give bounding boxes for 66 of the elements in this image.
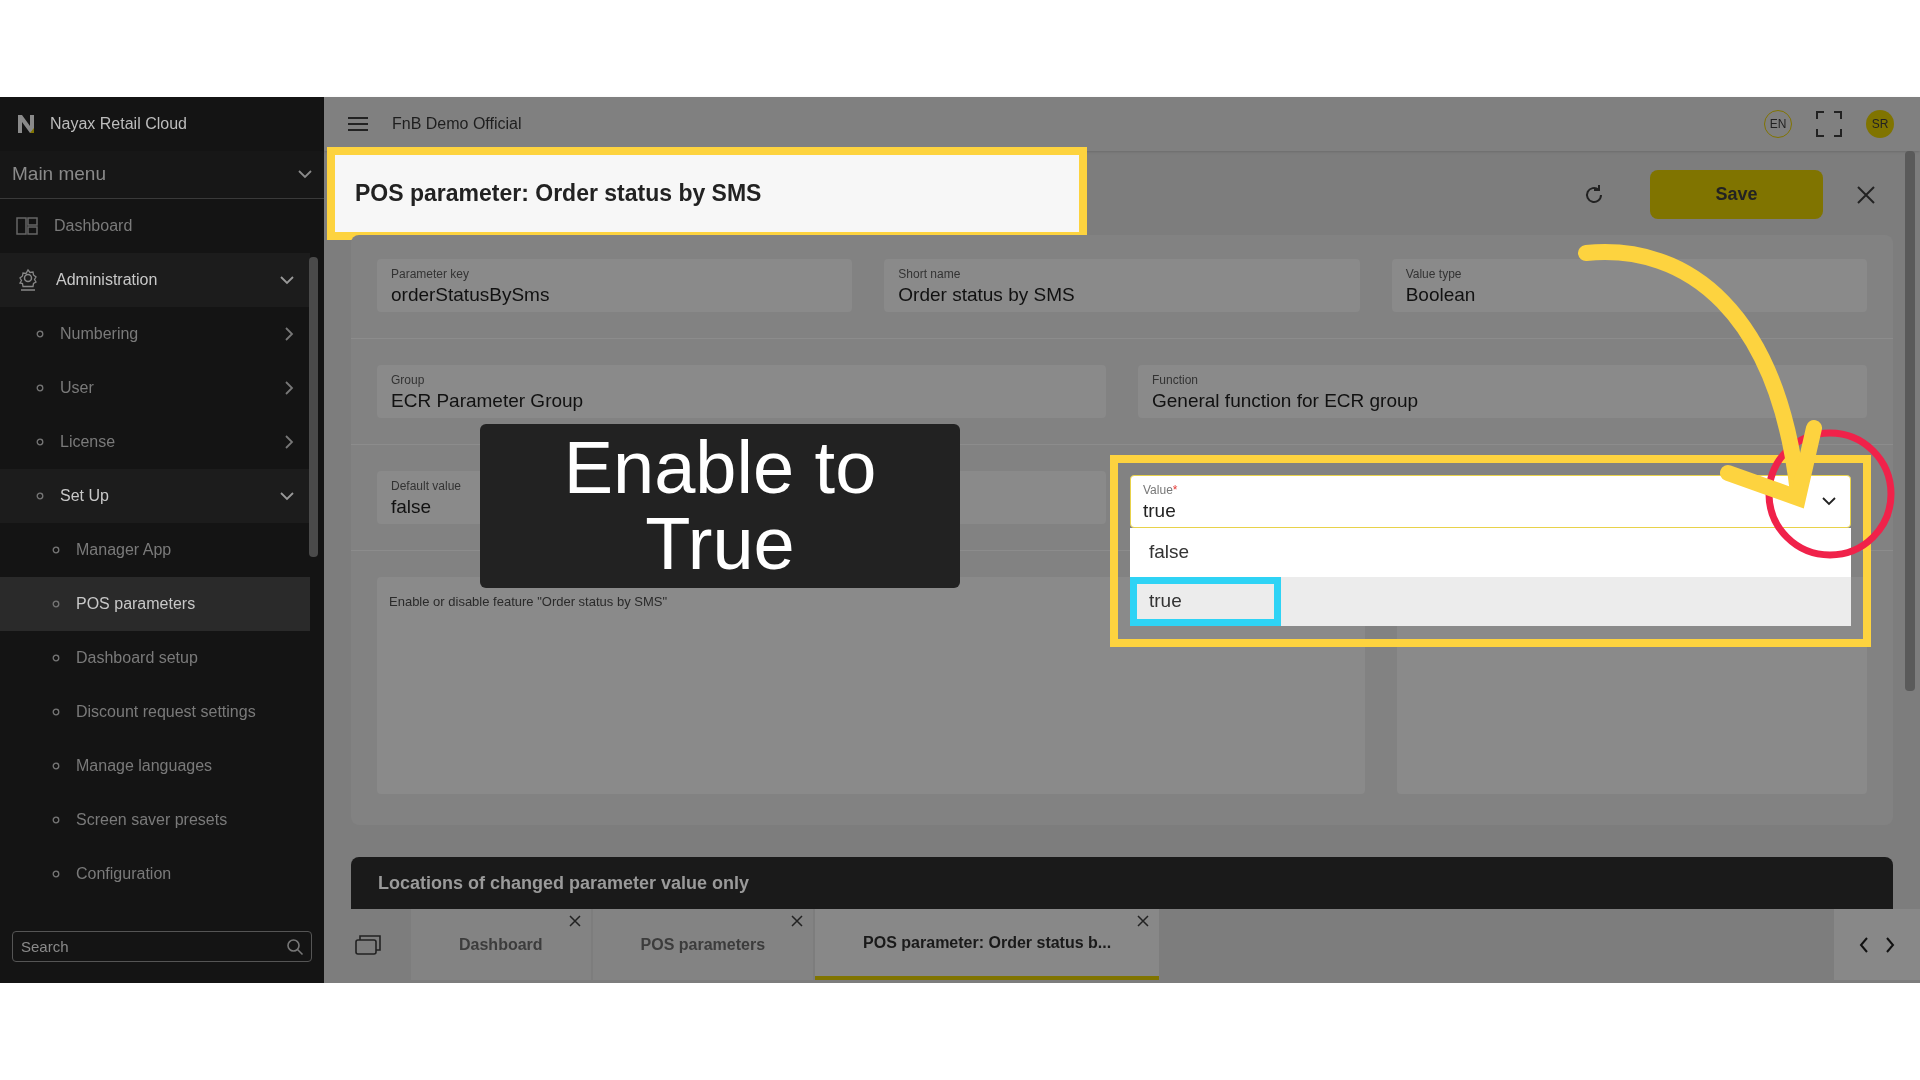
save-button[interactable]: Save — [1650, 170, 1823, 219]
chevron-right-icon — [285, 327, 294, 341]
chevron-down-icon — [280, 275, 294, 285]
tab[interactable]: Dashboard — [411, 909, 591, 980]
sidebar-item[interactable]: Dashboard — [0, 199, 310, 253]
fullscreen-icon[interactable] — [1816, 111, 1842, 137]
chevron-down-icon — [1822, 497, 1836, 506]
chevron-down-icon — [298, 170, 312, 179]
scrollbar[interactable] — [1905, 151, 1915, 691]
page-title: POS parameter: Order status by SMS — [355, 178, 762, 208]
windows-icon[interactable] — [354, 934, 381, 955]
field-value: true — [1143, 498, 1177, 523]
bullet-icon — [52, 870, 60, 878]
sidebar-item[interactable]: Configuration — [0, 847, 310, 901]
bullet-icon — [52, 708, 60, 716]
bullet-icon — [36, 384, 44, 392]
sidebar-item[interactable]: Dashboard setup — [0, 631, 310, 685]
tab[interactable]: POS parameter: Order status b... — [815, 909, 1160, 980]
sidebar-item[interactable]: License — [0, 415, 310, 469]
scrollbar[interactable] — [309, 257, 318, 557]
refresh-icon[interactable] — [1583, 183, 1605, 206]
value-select[interactable]: Value* true — [1130, 475, 1851, 528]
brand-name: Nayax Retail Cloud — [50, 114, 187, 134]
text-field[interactable]: Group ECR Parameter Group — [377, 365, 1106, 418]
search-icon[interactable] — [286, 938, 304, 956]
sidebar-item[interactable]: Administration — [0, 253, 310, 307]
text-field[interactable]: Function General function for ECR group — [1138, 365, 1867, 418]
locations-panel: Locations of changed parameter value only — [351, 857, 1893, 909]
close-icon[interactable] — [791, 915, 804, 927]
sidebar-item[interactable]: POS parameters — [0, 577, 310, 631]
bullet-icon — [52, 600, 60, 608]
text-field[interactable]: Short name Order status by SMS — [884, 259, 1360, 312]
bullet-icon — [52, 816, 60, 824]
bullet-icon — [52, 762, 60, 770]
sidebar-item[interactable]: Discount request settings — [0, 685, 310, 739]
chevron-right-icon — [285, 435, 294, 449]
dropdown-option[interactable]: false — [1130, 528, 1209, 577]
text-field[interactable]: Parameter key orderStatusBySms — [377, 259, 853, 312]
bullet-icon — [36, 492, 44, 500]
field-label: Value* — [1143, 481, 1179, 499]
sidebar-item[interactable]: Numbering — [0, 307, 310, 361]
dropdown-option[interactable]: true — [1130, 577, 1281, 626]
bullet-icon — [52, 654, 60, 662]
sidebar-item[interactable]: Screen saver presets — [0, 793, 310, 847]
sidebar-item[interactable]: Set Up — [0, 469, 310, 523]
sidebar-item[interactable]: Manage languages — [0, 739, 310, 793]
bullet-icon — [36, 438, 44, 446]
caption-dialog: Enable to True — [480, 424, 960, 588]
chevron-right-icon — [285, 381, 294, 395]
dashboard-icon — [16, 217, 38, 235]
search-field[interactable]: Search — [12, 931, 312, 962]
chevron-down-icon — [280, 491, 294, 501]
text-field[interactable]: Value type Boolean — [1391, 259, 1867, 312]
sidebar-item[interactable]: User — [0, 361, 310, 415]
bullet-icon — [52, 546, 60, 554]
chevron-right-icon[interactable] — [1885, 936, 1895, 953]
chevron-left-icon[interactable] — [1859, 936, 1869, 953]
close-icon[interactable] — [1857, 185, 1875, 204]
close-icon[interactable] — [568, 915, 581, 927]
close-icon[interactable] — [1137, 915, 1150, 927]
user-avatar[interactable]: SR — [1866, 110, 1894, 138]
sidebar-item[interactable]: Manager App — [0, 523, 310, 577]
workspace-name: FnB Demo Official — [392, 114, 522, 134]
bullet-icon — [36, 330, 44, 338]
menu-icon[interactable] — [348, 116, 368, 132]
tab[interactable]: POS parameters — [592, 909, 814, 980]
